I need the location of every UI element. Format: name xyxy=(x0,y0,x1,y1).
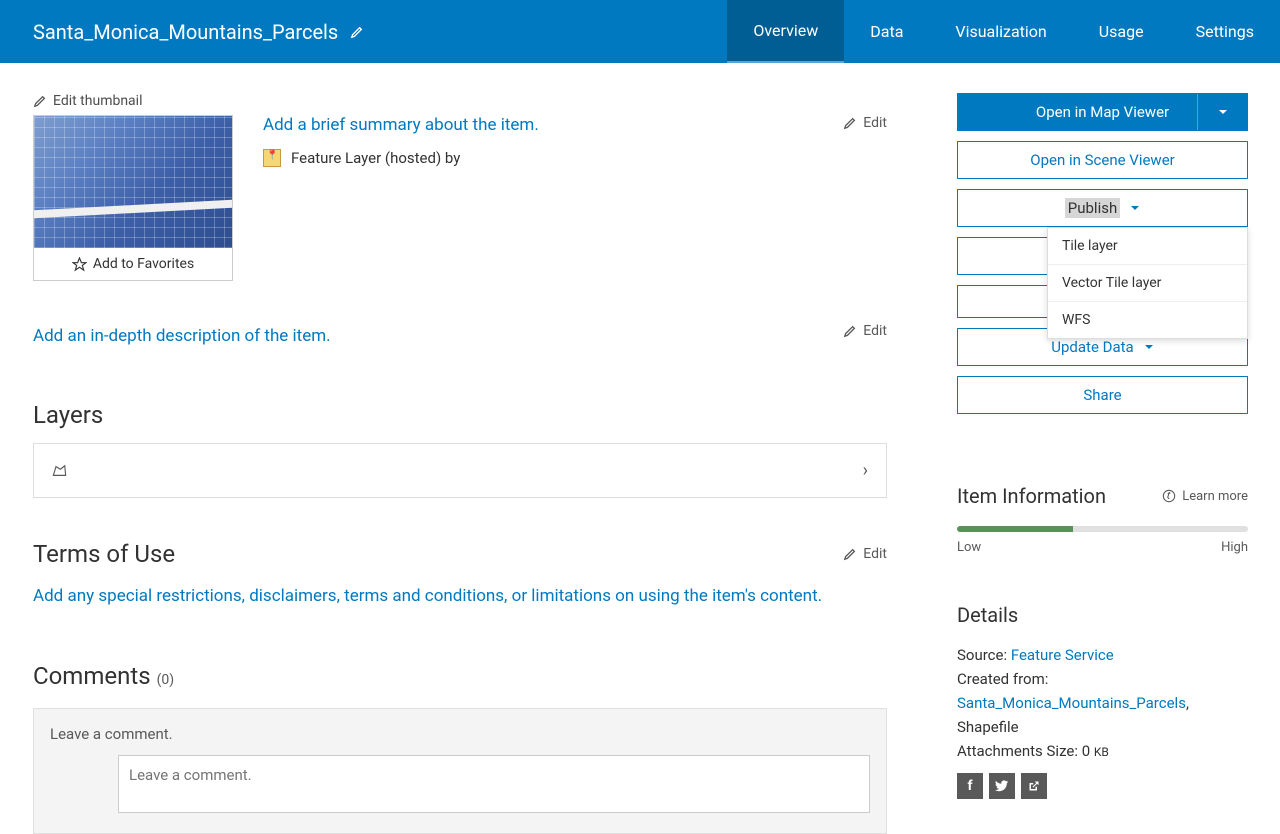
scale-high-label: High xyxy=(1221,540,1248,555)
edit-thumbnail-link[interactable]: Edit thumbnail xyxy=(33,93,887,109)
item-info-progress-fill xyxy=(957,526,1073,532)
publish-option-vector-tile-layer[interactable]: Vector Tile layer xyxy=(1048,265,1247,302)
chevron-down-icon xyxy=(1218,107,1228,117)
learn-more-label: Learn more xyxy=(1182,489,1248,504)
facebook-share-button[interactable]: f xyxy=(957,773,983,799)
add-favorites-label: Add to Favorites xyxy=(93,256,194,272)
edit-terms-button[interactable]: Edit xyxy=(843,546,887,562)
open-scene-viewer-button[interactable]: Open in Scene Viewer xyxy=(957,141,1248,179)
open-scene-viewer-label: Open in Scene Viewer xyxy=(1030,151,1175,169)
share-button[interactable]: Share xyxy=(957,376,1248,414)
feature-layer-icon xyxy=(263,149,281,167)
pencil-icon xyxy=(843,116,857,130)
chevron-down-icon xyxy=(1130,203,1140,213)
add-description-link[interactable]: Add an in-depth description of the item. xyxy=(33,326,331,346)
learn-more-link[interactable]: Learn more xyxy=(1162,489,1248,504)
info-icon xyxy=(1162,489,1176,503)
comments-heading-label: Comments xyxy=(33,662,151,690)
sidebar-column: Open in Map Viewer Open in Scene Viewer … xyxy=(957,93,1248,834)
add-summary-link[interactable]: Add a brief summary about the item. xyxy=(263,115,539,135)
edit-label: Edit xyxy=(863,115,887,131)
open-map-viewer-label: Open in Map Viewer xyxy=(1036,103,1169,121)
map-viewer-caret-section[interactable] xyxy=(1197,94,1247,130)
pencil-icon xyxy=(33,94,47,108)
share-link-button[interactable] xyxy=(1021,773,1047,799)
scale-low-label: Low xyxy=(957,540,981,555)
source-link[interactable]: Feature Service xyxy=(1011,646,1114,664)
edit-summary-button[interactable]: Edit xyxy=(843,115,887,131)
edit-description-button[interactable]: Edit xyxy=(843,323,887,339)
attachments-unit: KB xyxy=(1094,745,1109,759)
app-header: Santa_Monica_Mountains_Parcels Overview … xyxy=(0,0,1280,63)
comments-count: (0) xyxy=(157,672,175,688)
share-label: Share xyxy=(1083,386,1121,404)
star-icon xyxy=(72,257,87,272)
add-terms-link[interactable]: Add any special restrictions, disclaimer… xyxy=(33,586,822,606)
comment-box: Leave a comment. xyxy=(33,708,887,834)
page-title-wrap: Santa_Monica_Mountains_Parcels xyxy=(0,0,727,63)
publish-label: Publish xyxy=(1065,198,1120,218)
tab-visualization[interactable]: Visualization xyxy=(929,0,1072,63)
comment-label: Leave a comment. xyxy=(50,725,870,743)
tab-overview[interactable]: Overview xyxy=(727,0,844,63)
tab-settings[interactable]: Settings xyxy=(1170,0,1280,63)
open-map-viewer-button[interactable]: Open in Map Viewer xyxy=(957,93,1248,131)
layers-heading: Layers xyxy=(33,401,887,429)
edit-label: Edit xyxy=(863,546,887,562)
item-type-label: Feature Layer (hosted) by xyxy=(291,149,460,167)
social-row: f xyxy=(957,773,1248,799)
chevron-down-icon xyxy=(1144,342,1154,352)
layer-row[interactable]: › xyxy=(33,443,887,498)
tab-data[interactable]: Data xyxy=(844,0,929,63)
created-from-link[interactable]: Santa_Monica_Mountains_Parcels xyxy=(957,694,1186,712)
chevron-right-icon: › xyxy=(863,460,868,481)
add-favorites-button[interactable]: Add to Favorites xyxy=(34,248,232,280)
item-info-progress xyxy=(957,526,1248,532)
publish-dropdown: Tile layer Vector Tile layer WFS xyxy=(1047,227,1248,339)
page-title: Santa_Monica_Mountains_Parcels xyxy=(33,20,338,44)
item-info-heading: Item Information xyxy=(957,484,1106,508)
created-from-label: Created from: xyxy=(957,667,1248,691)
update-data-label: Update Data xyxy=(1051,338,1133,356)
edit-thumbnail-label: Edit thumbnail xyxy=(53,93,142,109)
header-tabs: Overview Data Visualization Usage Settin… xyxy=(727,0,1280,63)
twitter-share-button[interactable] xyxy=(989,773,1015,799)
pencil-icon xyxy=(843,547,857,561)
publish-option-tile-layer[interactable]: Tile layer xyxy=(1048,228,1247,265)
details-section: Details Source: Feature Service Created … xyxy=(957,603,1248,799)
terms-heading: Terms of Use xyxy=(33,540,175,568)
details-heading: Details xyxy=(957,603,1248,627)
publish-button[interactable]: Publish xyxy=(957,189,1248,227)
main-column: Edit thumbnail Add to Favorites Edit Add… xyxy=(33,93,957,834)
tab-usage[interactable]: Usage xyxy=(1073,0,1170,63)
comments-heading: Comments (0) xyxy=(33,662,887,690)
item-type-row: Feature Layer (hosted) by xyxy=(263,149,887,167)
polygon-icon xyxy=(52,464,67,478)
thumbnail-image xyxy=(34,116,232,248)
edit-label: Edit xyxy=(863,323,887,339)
publish-option-wfs[interactable]: WFS xyxy=(1048,302,1247,338)
item-info-section: Item Information Learn more Low High xyxy=(957,484,1248,555)
comment-textarea[interactable] xyxy=(118,755,870,813)
edit-title-icon[interactable] xyxy=(350,20,364,44)
pencil-icon xyxy=(843,324,857,338)
thumbnail-box: Add to Favorites xyxy=(33,115,233,281)
attachments-size-label: Attachments Size: 0 xyxy=(957,742,1094,760)
source-label: Source: xyxy=(957,646,1011,664)
